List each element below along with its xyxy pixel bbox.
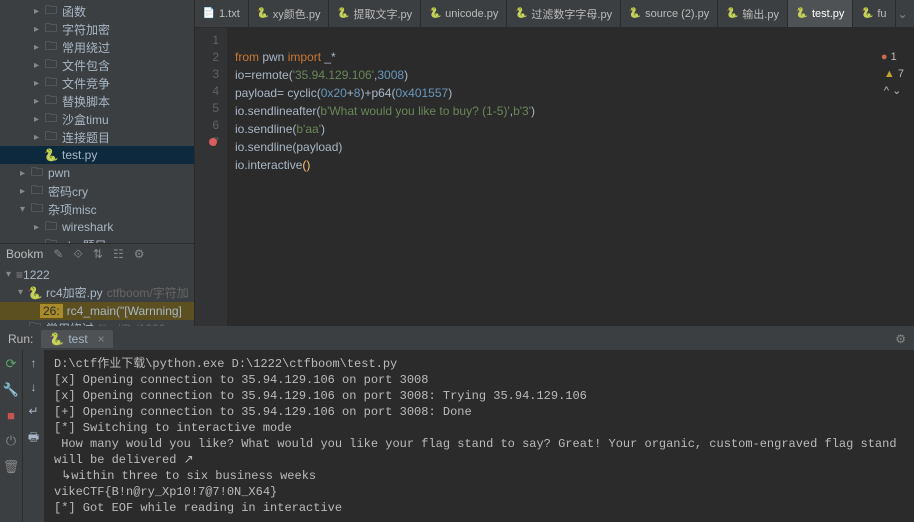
tree-item[interactable]: ▸🗀连接题目 — [0, 128, 194, 146]
bookmark-group[interactable]: ▾≡ 1222 — [0, 266, 194, 284]
folder-icon: 🗀 — [44, 58, 58, 72]
rerun-icon[interactable]: ⟳ — [6, 356, 17, 372]
edit-icon[interactable]: ✎ — [53, 247, 63, 261]
run-label: Run: — [8, 332, 33, 346]
tree-item[interactable]: ▸🗀pwn — [0, 164, 194, 182]
collapse-icon[interactable]: ☷ — [113, 247, 124, 261]
wrench-icon[interactable]: 🔧 — [3, 382, 19, 398]
editor-tab[interactable]: 🐍xy颜色.py — [249, 0, 330, 27]
tree-item[interactable]: ▾🗀杂项misc — [0, 200, 194, 218]
python-file-icon: 🐍 — [515, 8, 527, 20]
close-icon[interactable]: × — [98, 332, 105, 346]
tree-item[interactable]: ▸🗀密码cry — [0, 182, 194, 200]
scroll-up-icon[interactable]: ↑ — [31, 356, 37, 370]
editor-tab[interactable]: 🐍过滤数字字母.py — [507, 0, 621, 27]
editor[interactable]: 1234567 from pwn import _* io=remote('35… — [195, 28, 914, 326]
bookmark-title: 1222 — [23, 268, 50, 282]
settings-icon[interactable]: ⟐ — [73, 247, 82, 262]
chevron-up-icon[interactable]: ^ — [884, 85, 889, 97]
editor-tabs[interactable]: 📄1.txt🐍xy颜色.py🐍提取文字.py🐍unicode.py🐍过滤数字字母… — [195, 0, 914, 28]
editor-tab[interactable]: 🐍输出.py — [718, 0, 788, 27]
console-toolbar: ↑ ↓ ↵ 🖶 — [22, 350, 44, 522]
python-file-icon: 🐍 — [44, 148, 58, 162]
tree-item[interactable]: ▸🗀函数 — [0, 2, 194, 20]
editor-tab[interactable]: 🐍提取文字.py — [329, 0, 421, 27]
tree-item[interactable]: ▸🗀替换脚本 — [0, 92, 194, 110]
bookmarks-tree[interactable]: ▾≡ 1222 ▾ 🐍 rc4加密.py ctfboom/字符加 26: rc4… — [0, 264, 194, 326]
python-file-icon: 🐍 — [49, 332, 64, 346]
chevron-down-icon[interactable]: ⌄ — [892, 85, 901, 97]
code-content[interactable]: from pwn import _* io=remote('35.94.129.… — [227, 28, 914, 326]
tree-item[interactable]: ▸🗀wireshark — [0, 218, 194, 236]
line-gutter: 1234567 — [195, 28, 227, 326]
exit-icon[interactable]: ⏻ — [6, 433, 16, 449]
folder-icon: 🗀 — [30, 184, 44, 198]
editor-tab[interactable]: 🐍test.py — [788, 0, 853, 27]
project-sidebar: ▸🗀函数▸🗀字符加密▸🗀常用绕过▸🗀文件包含▸🗀文件竞争▸🗀替换脚本▸🗀沙盒ti… — [0, 0, 195, 326]
run-tab[interactable]: 🐍 test × — [41, 330, 112, 348]
bookmark-line[interactable]: 26: rc4_main("[Warnning] — [0, 302, 194, 320]
run-header: Run: 🐍 test × ⚙ — [0, 328, 914, 350]
text-file-icon: 📄 — [203, 8, 215, 20]
editor-tab[interactable]: 📄1.txt — [195, 0, 249, 27]
folder-icon: 🗀 — [44, 130, 58, 144]
tree-item[interactable]: ▸🗀字符加密 — [0, 20, 194, 38]
python-file-icon: 🐍 — [796, 8, 808, 20]
gear-icon[interactable]: ⚙ — [895, 332, 906, 346]
tree-item[interactable]: ▸🗀xlsx题目 — [0, 236, 194, 243]
tab-overflow-icon[interactable]: ⌄ — [896, 0, 910, 27]
breakpoint-icon[interactable] — [209, 138, 217, 146]
folder-icon: 🗀 — [44, 4, 58, 18]
python-file-icon: 🐍 — [257, 8, 269, 20]
project-tree[interactable]: ▸🗀函数▸🗀字符加密▸🗀常用绕过▸🗀文件包含▸🗀文件竞争▸🗀替换脚本▸🗀沙盒ti… — [0, 0, 194, 243]
bookmarks-label: Bookm — [6, 247, 43, 261]
editor-tab[interactable]: 🐍fu — [853, 0, 895, 27]
bookmark-item[interactable]: ▾ 🐍 rc4加密.py ctfboom/字符加 — [0, 284, 194, 302]
folder-icon: 🗀 — [44, 22, 58, 36]
console-output[interactable]: D:\ctf作业下载\python.exe D:\1222\ctfboom\te… — [44, 350, 914, 522]
editor-area: 📄1.txt🐍xy颜色.py🐍提取文字.py🐍unicode.py🐍过滤数字字母… — [195, 0, 914, 326]
folder-icon: 🗀 — [44, 112, 58, 126]
tree-item[interactable]: ▸🗀常用绕过 — [0, 38, 194, 56]
trash-icon[interactable]: 🗑 — [3, 459, 20, 475]
python-file-icon: 🐍 — [337, 8, 349, 20]
tree-item[interactable]: ▸🗀沙盒timu — [0, 110, 194, 128]
bookmarks-toolbar: Bookm ✎ ⟐ ⇅ ☷ ⚙ — [0, 243, 194, 263]
folder-icon: 🗀 — [30, 202, 44, 216]
tree-item[interactable]: 🐍test.py — [0, 146, 194, 164]
expand-icon[interactable]: ⇅ — [93, 247, 103, 261]
inspection-status[interactable]: ● 1 ▲ 7 ^ ⌄ — [850, 32, 904, 117]
tree-item[interactable]: ▸🗀文件包含 — [0, 56, 194, 74]
run-panel: Run: 🐍 test × ⚙ ⟳ 🔧 ■ ⏻ 🗑 ↑ ↓ ↵ 🖶 D:\ctf… — [0, 326, 914, 522]
warning-icon: ▲ — [884, 68, 895, 80]
softwrap-icon[interactable]: ↵ — [28, 404, 38, 418]
python-file-icon: 🐍 — [629, 8, 641, 20]
editor-tab[interactable]: 🐍source (2).py — [621, 0, 718, 27]
folder-icon: 🗀 — [44, 94, 58, 108]
python-file-icon: 🐍 — [28, 286, 42, 300]
scroll-down-icon[interactable]: ↓ — [31, 380, 37, 394]
folder-icon: 🗀 — [44, 40, 58, 54]
tree-item[interactable]: ▸🗀文件竞争 — [0, 74, 194, 92]
folder-icon: 🗀 — [44, 76, 58, 90]
folder-icon: 🗀 — [44, 220, 58, 234]
python-file-icon: 🐍 — [429, 8, 441, 20]
run-toolbar: ⟳ 🔧 ■ ⏻ 🗑 — [0, 350, 22, 522]
print-icon[interactable]: 🖶 — [28, 428, 39, 449]
python-file-icon: 🐍 — [861, 8, 873, 20]
python-file-icon: 🐍 — [726, 8, 738, 20]
editor-tab[interactable]: 🐍unicode.py — [421, 0, 507, 27]
stop-icon[interactable]: ■ — [7, 408, 15, 423]
folder-icon: 🗀 — [30, 166, 44, 180]
gear-icon[interactable]: ⚙ — [134, 247, 145, 261]
error-icon: ● — [881, 51, 888, 63]
